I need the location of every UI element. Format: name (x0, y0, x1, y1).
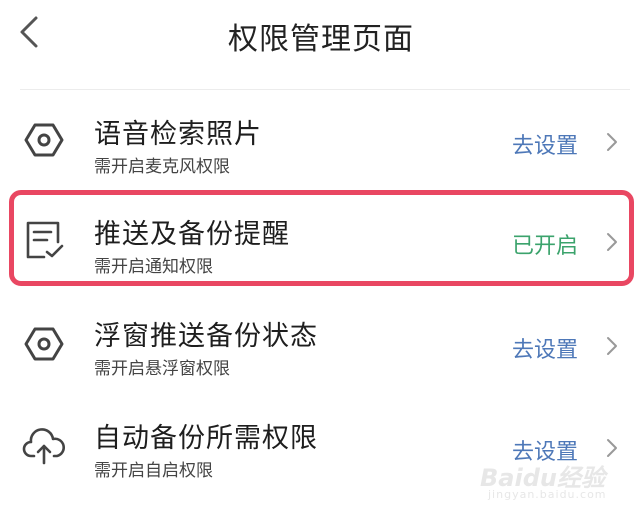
enabled-status[interactable]: 已开启 (512, 228, 578, 260)
permission-management-page: 权限管理页面 语音检索照片 需开启麦克风权限 去设置 推送及备份提醒 需开启通知… (0, 0, 642, 512)
permission-subtitle: 需开启麦克风权限 (94, 157, 230, 177)
permission-row-voice-search[interactable]: 语音检索照片 需开启麦克风权限 去设置 (0, 90, 642, 190)
cloud-upload-icon (22, 396, 66, 496)
permission-title: 自动备份所需权限 (94, 423, 318, 454)
permission-row-push-backup[interactable]: 推送及备份提醒 需开启通知权限 已开启 (0, 190, 642, 290)
chevron-right-icon (607, 233, 617, 251)
permission-subtitle: 需开启悬浮窗权限 (94, 359, 230, 379)
permission-subtitle: 需开启通知权限 (94, 257, 213, 277)
go-settings-link[interactable]: 去设置 (512, 128, 578, 160)
permission-subtitle: 需开启自启权限 (94, 461, 213, 481)
baidu-jingyan-watermark: Baidu经验 jingyan.baidu.com (480, 454, 630, 504)
chevron-right-icon (607, 337, 617, 355)
page-title: 权限管理页面 (228, 22, 414, 57)
permission-row-floating-window[interactable]: 浮窗推送备份状态 需开启悬浮窗权限 去设置 (0, 294, 642, 394)
header: 权限管理页面 (0, 0, 642, 80)
permission-title: 浮窗推送备份状态 (94, 321, 318, 352)
watermark-url: jingyan.baidu.com (488, 488, 607, 501)
document-check-icon (22, 190, 66, 290)
hexagon-gear-icon (22, 294, 66, 394)
hexagon-gear-icon (22, 90, 66, 190)
chevron-right-icon (607, 133, 617, 151)
permission-title: 推送及备份提醒 (94, 219, 290, 250)
go-settings-link[interactable]: 去设置 (512, 332, 578, 364)
permission-title: 语音检索照片 (94, 119, 262, 150)
